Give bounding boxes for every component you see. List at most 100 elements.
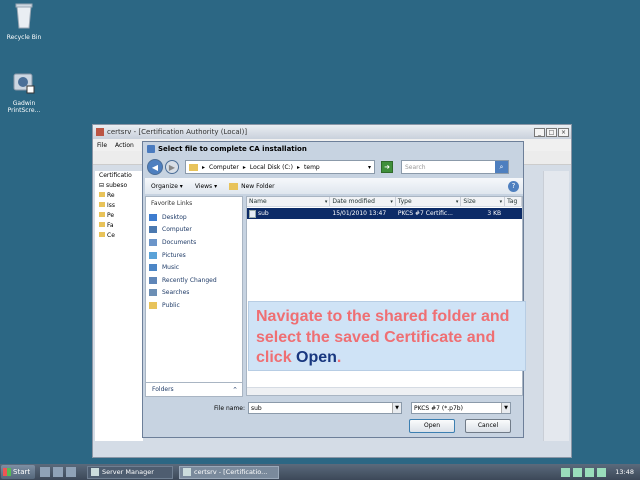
column-tags[interactable]: Tag: [505, 197, 522, 206]
taskbar-item-certsrv[interactable]: certsrv - [Certificatio...: [179, 465, 279, 479]
folder-icon: [99, 202, 105, 207]
chevron-down-icon[interactable]: ▼: [501, 403, 510, 413]
tree-item[interactable]: ⊟ subeso: [95, 181, 143, 191]
show-desktop-icon[interactable]: [40, 467, 50, 477]
network-icon[interactable]: [561, 467, 571, 477]
filename-label: File name:: [214, 404, 245, 412]
file-date: 15/01/2010 13:47: [332, 210, 387, 217]
dialog-title-bar[interactable]: Select file to complete CA installation: [143, 142, 523, 156]
taskbar: Start Server Manager certsrv - [Certific…: [0, 464, 640, 480]
favorite-searches[interactable]: Searches: [146, 287, 242, 300]
terminal-icon[interactable]: [53, 467, 63, 477]
tree-item[interactable]: Pe: [95, 211, 143, 221]
favorite-pictures[interactable]: Pictures: [146, 249, 242, 262]
minimize-button[interactable]: _: [534, 127, 545, 137]
tree-item[interactable]: Certificatio: [95, 171, 143, 181]
open-button[interactable]: Open: [409, 419, 455, 433]
refresh-button[interactable]: ➜: [381, 161, 393, 173]
windows-logo-icon: [3, 468, 11, 476]
folder-icon: [99, 212, 105, 217]
menu-action[interactable]: Action: [115, 142, 134, 149]
dialog-title: Select file to complete CA installation: [158, 145, 307, 153]
folder-icon: [149, 301, 157, 309]
folder-icon: [229, 182, 239, 190]
shield-icon[interactable]: [573, 467, 583, 477]
searches-icon: [149, 289, 157, 297]
help-icon[interactable]: ?: [508, 180, 519, 192]
folder-icon: [99, 222, 105, 227]
tree-item[interactable]: Re: [95, 191, 143, 201]
navigation-bar: ◀ ▶ ▸ Computer ▸ Local Disk (C:) ▸ temp …: [147, 158, 521, 176]
file-list-header: Name ▾ Date modified ▾ Type ▾ Size ▾ Tag: [247, 197, 522, 207]
start-button[interactable]: Start: [1, 465, 35, 479]
maximize-button[interactable]: □: [546, 127, 557, 137]
chevron-up-icon: ⌃: [232, 385, 238, 394]
new-folder-button[interactable]: New Folder: [229, 182, 275, 190]
recycle-bin-label: Recycle Bin: [6, 34, 42, 41]
chevron-down-icon[interactable]: ▼: [392, 403, 401, 413]
favorite-desktop[interactable]: Desktop: [146, 211, 242, 224]
favorite-documents[interactable]: Documents: [146, 236, 242, 249]
music-icon: [149, 264, 157, 272]
organize-button[interactable]: Organize ▾: [151, 183, 183, 190]
folders-toggle[interactable]: Folders ⌃: [145, 382, 243, 397]
tree-item[interactable]: Ce: [95, 231, 143, 241]
column-type[interactable]: Type ▾: [396, 197, 462, 206]
clock[interactable]: 13:48: [615, 468, 634, 476]
tree-item[interactable]: Fa: [95, 221, 143, 231]
quick-launch: [40, 467, 76, 477]
instruction-callout: Navigate to the shared folder and select…: [248, 301, 526, 371]
file-row[interactable]: sub 15/01/2010 13:47 PKCS #7 Certific...…: [247, 208, 522, 219]
breadcrumb[interactable]: ▸ Computer ▸ Local Disk (C:) ▸ temp ▾: [185, 160, 375, 174]
explorer-icon[interactable]: [66, 467, 76, 477]
favorite-computer[interactable]: Computer: [146, 224, 242, 237]
forward-button[interactable]: ▶: [165, 160, 179, 174]
recycle-bin-shortcut[interactable]: Recycle Bin: [2, 2, 46, 41]
gadwin-shortcut[interactable]: Gadwin PrintScre...: [2, 68, 46, 114]
favorites-header: Favorite Links: [151, 200, 193, 207]
back-button[interactable]: ◀: [147, 159, 163, 175]
file-tags: [505, 208, 522, 219]
open-file-dialog: Select file to complete CA installation …: [142, 141, 524, 438]
tree-item[interactable]: Iss: [95, 201, 143, 211]
favorite-recently-changed[interactable]: Recently Changed: [146, 274, 242, 287]
breadcrumb-computer[interactable]: Computer: [209, 164, 239, 171]
certificate-file-icon: [249, 209, 256, 218]
column-size[interactable]: Size ▾: [461, 197, 506, 206]
mmc-title-bar[interactable]: certsrv - [Certification Authority (Loca…: [93, 125, 571, 139]
menu-file[interactable]: File: [97, 142, 107, 149]
filename-input[interactable]: sub ▼: [248, 402, 402, 414]
actions-pane: [543, 171, 569, 441]
search-input[interactable]: Search ⌕: [401, 160, 509, 174]
column-date-modified[interactable]: Date modified ▾: [330, 197, 396, 206]
column-name[interactable]: Name ▾: [247, 197, 331, 206]
close-button[interactable]: ×: [558, 127, 569, 137]
callout-text: Navigate to the shared folder and select…: [256, 308, 510, 366]
breadcrumb-local-disk[interactable]: Local Disk (C:): [250, 164, 293, 171]
taskbar-item-server-manager[interactable]: Server Manager: [87, 465, 173, 479]
gadwin-label: Gadwin PrintScre...: [7, 100, 41, 114]
search-icon[interactable]: ⌕: [495, 161, 508, 173]
desktop-icon: [149, 213, 157, 221]
folder-icon: [189, 163, 198, 171]
folder-icon: [99, 232, 105, 237]
display-icon[interactable]: [597, 467, 607, 477]
server-manager-icon: [91, 468, 99, 476]
views-button[interactable]: Views ▾: [195, 183, 217, 190]
dialog-icon: [147, 145, 155, 153]
file-type-select[interactable]: PKCS #7 (*.p7b) ▼: [411, 402, 511, 414]
chevron-down-icon[interactable]: ▾: [368, 164, 371, 171]
breadcrumb-temp[interactable]: temp: [304, 164, 320, 171]
favorite-music[interactable]: Music: [146, 261, 242, 274]
recycle-bin-icon: [15, 3, 33, 29]
horizontal-scrollbar[interactable]: [247, 387, 522, 395]
search-placeholder: Search: [405, 163, 426, 171]
certsrv-icon: [183, 468, 191, 476]
recent-icon: [149, 276, 157, 284]
callout-highlight: Open: [296, 349, 337, 366]
mmc-tree: Certificatio ⊟ subeso Re Iss Pe Fa Ce: [95, 171, 143, 441]
volume-icon[interactable]: [585, 467, 595, 477]
callout-end: .: [336, 349, 342, 366]
favorite-public[interactable]: Public: [146, 299, 242, 312]
cancel-button[interactable]: Cancel: [465, 419, 511, 433]
